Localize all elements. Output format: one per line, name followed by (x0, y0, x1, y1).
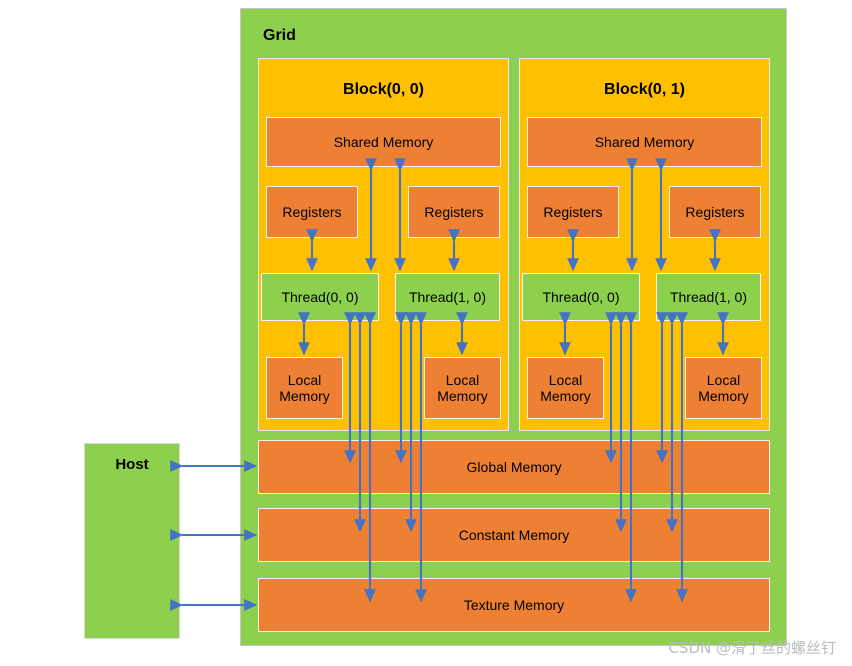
grid-label: Grid (263, 27, 296, 44)
local-memory-label: Local Memory (437, 371, 488, 404)
block-0-1-thread-0: Thread(0, 0) (522, 273, 640, 321)
block-0-0-thread-0: Thread(0, 0) (261, 273, 379, 321)
thread-label: Thread(0, 0) (281, 288, 359, 305)
block-0-0-thread-0-registers: Registers (266, 186, 358, 238)
constant-memory-label: Constant Memory (458, 526, 570, 543)
host-box: Host (84, 443, 180, 639)
block-0-1-thread-0-local-memory: Local Memory (527, 357, 604, 419)
block-0-1-thread-1: Thread(1, 0) (656, 273, 761, 321)
local-memory-label: Local Memory (279, 371, 330, 404)
block-0-0-thread-1: Thread(1, 0) (395, 273, 500, 321)
texture-memory-bar: Texture Memory (258, 578, 770, 632)
block-0-0-label: Block(0, 0) (343, 81, 424, 98)
block-0-0-shared-memory: Shared Memory (266, 117, 501, 167)
registers-label: Registers (543, 203, 603, 220)
shared-memory-label: Shared Memory (333, 133, 434, 150)
host-label: Host (115, 456, 149, 473)
block-0-0-thread-1-registers: Registers (408, 186, 500, 238)
registers-label: Registers (424, 203, 484, 220)
local-memory-label: Local Memory (540, 371, 591, 404)
thread-label: Thread(0, 0) (542, 288, 620, 305)
global-memory-bar: Global Memory (258, 440, 770, 494)
texture-memory-label: Texture Memory (463, 596, 565, 613)
thread-label: Thread(1, 0) (669, 288, 748, 305)
block-0-1-thread-1-local-memory: Local Memory (685, 357, 762, 419)
shared-memory-label: Shared Memory (594, 133, 695, 150)
diagram-canvas: Host Grid Block(0, 0) Shared Memory Regi… (0, 0, 852, 666)
local-memory-label: Local Memory (698, 371, 749, 404)
constant-memory-bar: Constant Memory (258, 508, 770, 562)
block-0-1-thread-0-registers: Registers (527, 186, 619, 238)
block-0-1-label: Block(0, 1) (604, 81, 685, 98)
thread-label: Thread(1, 0) (408, 288, 487, 305)
block-0-1-shared-memory: Shared Memory (527, 117, 762, 167)
block-0-0-thread-0-local-memory: Local Memory (266, 357, 343, 419)
registers-label: Registers (282, 203, 342, 220)
global-memory-label: Global Memory (466, 458, 562, 475)
block-0-1-thread-1-registers: Registers (669, 186, 761, 238)
block-0-0-thread-1-local-memory: Local Memory (424, 357, 501, 419)
watermark: CSDN @滑了丝的螺丝钉 (668, 639, 836, 657)
registers-label: Registers (685, 203, 745, 220)
